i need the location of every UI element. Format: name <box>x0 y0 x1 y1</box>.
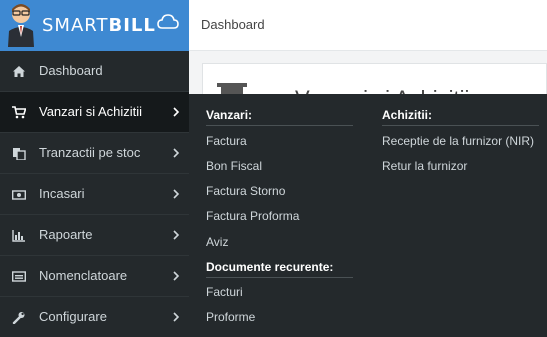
brand-logo[interactable]: SMARTBILL <box>42 15 156 36</box>
menu-item-proforme[interactable]: Proforme <box>206 310 255 324</box>
menu-item-facturi[interactable]: Facturi <box>206 285 243 299</box>
cart-icon <box>12 106 26 119</box>
sidebar-item-tranzactii-pe-stoc[interactable]: Tranzactii pe stoc <box>0 133 189 174</box>
breadcrumb-title: Dashboard <box>201 17 265 32</box>
chevron-right-icon <box>173 107 180 117</box>
bar-chart-icon <box>12 230 25 242</box>
sidebar-item-rapoarte[interactable]: Rapoarte <box>0 215 189 256</box>
chevron-right-icon <box>173 312 180 322</box>
brand-text-bold: BILL <box>108 15 156 36</box>
avatar <box>8 4 34 47</box>
logo-bar: SMARTBILL <box>0 0 189 51</box>
top-bar: Dashboard <box>189 0 547 51</box>
menu-item-factura-storno[interactable]: Factura Storno <box>206 184 285 198</box>
chevron-right-icon <box>173 230 180 240</box>
sidebar-item-dashboard[interactable]: Dashboard <box>0 51 189 92</box>
sidebar-item-label: Configurare <box>39 309 107 324</box>
chevron-right-icon <box>173 271 180 281</box>
sidebar-item-nomenclatoare[interactable]: Nomenclatoare <box>0 256 189 297</box>
menu-item-factura-proforma[interactable]: Factura Proforma <box>206 209 299 223</box>
sidebar: Dashboard Vanzari si Achizitii Tranzacti… <box>0 51 189 337</box>
menu-item-bon-fiscal[interactable]: Bon Fiscal <box>206 159 262 173</box>
sidebar-item-label: Dashboard <box>39 63 103 78</box>
sidebar-item-label: Tranzactii pe stoc <box>39 145 141 160</box>
sidebar-item-label: Rapoarte <box>39 227 93 242</box>
menu-item-aviz[interactable]: Aviz <box>206 235 228 249</box>
menu-item-factura[interactable]: Factura <box>206 134 247 148</box>
copy-icon <box>13 148 26 160</box>
section-divider <box>206 277 353 278</box>
brand-text-regular: SMART <box>42 15 109 36</box>
sidebar-item-label: Vanzari si Achizitii <box>39 104 143 119</box>
section-heading-documente-recurente: Documente recurente: <box>206 260 334 274</box>
vanzari-achizitii-dropdown: Vanzari: Factura Bon Fiscal Factura Stor… <box>189 94 547 337</box>
sidebar-item-label: Incasari <box>39 186 85 201</box>
home-icon <box>13 66 25 77</box>
cloud-icon <box>157 14 179 29</box>
chevron-right-icon <box>173 189 180 199</box>
sidebar-item-configurare[interactable]: Configurare <box>0 297 189 337</box>
section-divider <box>382 125 539 126</box>
list-icon <box>12 271 26 282</box>
sidebar-item-incasari[interactable]: Incasari <box>0 174 189 215</box>
sidebar-item-vanzari-si-achizitii[interactable]: Vanzari si Achizitii <box>0 92 189 133</box>
section-heading-achizitii: Achizitii: <box>382 108 432 122</box>
menu-item-retur-la-furnizor[interactable]: Retur la furnizor <box>382 159 467 173</box>
section-divider <box>206 125 353 126</box>
menu-item-receptie-nir[interactable]: Receptie de la furnizor (NIR) <box>382 134 534 148</box>
sidebar-item-label: Nomenclatoare <box>39 268 128 283</box>
money-icon <box>12 190 26 200</box>
section-heading-vanzari: Vanzari: <box>206 108 253 122</box>
wrench-icon <box>12 312 25 324</box>
chevron-right-icon <box>173 148 180 158</box>
